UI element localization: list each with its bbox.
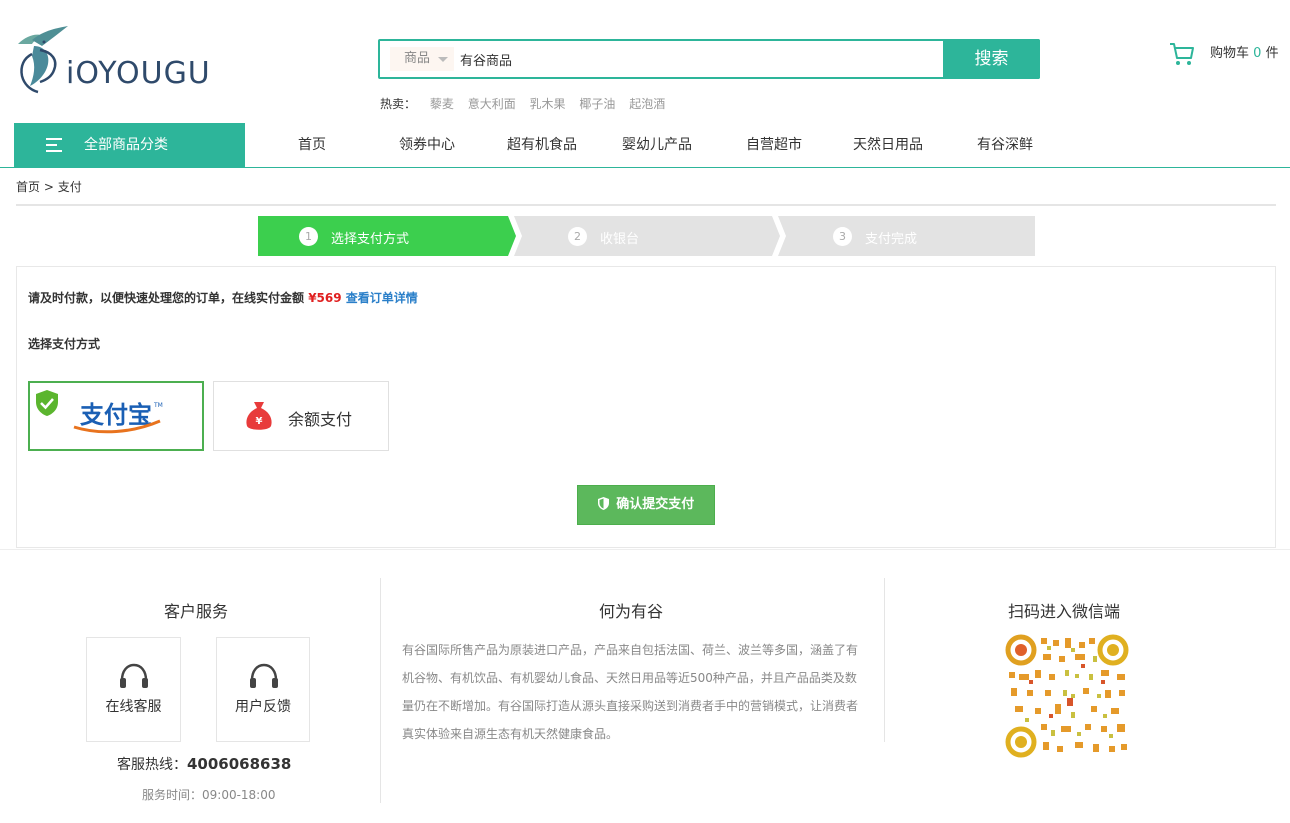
nav-item-fresh[interactable]: 有谷深鲜 bbox=[977, 123, 1033, 167]
divider bbox=[380, 578, 381, 803]
payment-amount: ¥569 bbox=[308, 291, 342, 305]
nav-item-organic[interactable]: 超有机食品 bbox=[507, 123, 577, 167]
confirm-label: 确认提交支付 bbox=[616, 497, 695, 512]
footer: 客户服务 在线客服 用户反馈 客服热线：4006068638 服务时间：09:0… bbox=[0, 549, 1290, 823]
nav-item-baby[interactable]: 婴幼儿产品 bbox=[622, 123, 692, 167]
nav-item-supermarket[interactable]: 自营超市 bbox=[746, 123, 802, 167]
method-title: 选择支付方式 bbox=[28, 337, 101, 351]
svg-text:¥: ¥ bbox=[256, 416, 263, 427]
svg-text:TM: TM bbox=[153, 402, 163, 409]
service-time: 服务时间：09:00-18:00 bbox=[142, 788, 276, 802]
search-input[interactable] bbox=[460, 48, 930, 70]
hot-keyword-link[interactable]: 起泡酒 bbox=[629, 97, 665, 111]
step-select-method: 1 选择支付方式 bbox=[258, 216, 508, 256]
hot-keyword-link[interactable]: 意大利面 bbox=[468, 97, 516, 111]
search-category-select[interactable]: 商品 bbox=[390, 47, 454, 71]
search-button[interactable]: 搜索 bbox=[943, 39, 1040, 79]
headset-icon bbox=[250, 663, 278, 688]
hot-keyword-link[interactable]: 乳木果 bbox=[530, 97, 566, 111]
hotline-number: 4006068638 bbox=[187, 755, 292, 773]
all-categories-label: 全部商品分类 bbox=[84, 137, 168, 153]
headset-icon bbox=[120, 663, 148, 688]
payment-steps: 1 选择支付方式 2 收银台 3 支付完成 bbox=[258, 216, 1035, 256]
qr-title: 扫码进入微信端 bbox=[1008, 602, 1121, 621]
online-service-label: 在线客服 bbox=[105, 699, 162, 715]
confirm-payment-button[interactable]: 确认提交支付 bbox=[577, 485, 715, 525]
nav-item-daily[interactable]: 天然日用品 bbox=[853, 123, 923, 167]
hot-label: 热卖： bbox=[380, 97, 417, 111]
wechat-qr-code-icon bbox=[1005, 634, 1131, 760]
breadcrumb-current: 支付 bbox=[57, 180, 82, 194]
balance-label: 余额支付 bbox=[288, 410, 353, 429]
nav-item-coupons[interactable]: 领券中心 bbox=[399, 123, 455, 167]
online-service-button[interactable]: 在线客服 bbox=[86, 637, 181, 742]
cart-unit: 件 bbox=[1265, 46, 1279, 61]
feedback-button[interactable]: 用户反馈 bbox=[216, 637, 310, 742]
search-bar: 商品 搜索 bbox=[378, 39, 1040, 79]
step-label: 选择支付方式 bbox=[331, 232, 410, 247]
feedback-label: 用户反馈 bbox=[235, 699, 291, 715]
step-label: 收银台 bbox=[600, 232, 640, 247]
hotline-label: 客服热线： bbox=[117, 757, 187, 773]
brand-logo[interactable]: iOYOUGU bbox=[14, 26, 234, 98]
chevron-down-icon bbox=[438, 57, 448, 62]
step-complete: 3 支付完成 bbox=[782, 216, 1035, 256]
hummingbird-logo-icon bbox=[18, 26, 68, 94]
balance-option[interactable]: ¥ 余额支付 bbox=[213, 381, 389, 451]
step-number: 1 bbox=[299, 227, 318, 246]
step-number: 3 bbox=[833, 227, 852, 246]
nav-item-home[interactable]: 首页 bbox=[298, 123, 326, 167]
shopping-cart-icon bbox=[1170, 43, 1194, 65]
shield-icon bbox=[597, 497, 609, 510]
breadcrumb: 首页 > 支付 bbox=[16, 178, 82, 195]
hot-keyword-link[interactable]: 椰子油 bbox=[579, 97, 615, 111]
service-hotline: 客服热线：4006068638 bbox=[117, 754, 291, 774]
breadcrumb-home[interactable]: 首页 bbox=[16, 180, 40, 194]
alipay-logo-icon: 支付宝 TM bbox=[73, 401, 163, 434]
logo-text: iOYOUGU bbox=[66, 56, 211, 91]
alipay-logo-text: 支付宝 bbox=[80, 401, 152, 429]
cart-count: 0 bbox=[1253, 46, 1262, 61]
breadcrumb-separator: > bbox=[43, 180, 54, 194]
money-bag-icon: ¥ bbox=[246, 402, 272, 430]
step-label: 支付完成 bbox=[865, 232, 918, 247]
divider bbox=[16, 204, 1276, 206]
about-title: 何为有谷 bbox=[599, 602, 664, 621]
divider bbox=[884, 578, 885, 742]
menu-icon bbox=[46, 138, 62, 152]
about-text: 有谷国际所售产品为原装进口产品，产品来自包括法国、荷兰、波兰等多国，涵盖了有机谷… bbox=[402, 643, 859, 741]
main-nav: 全部商品分类 首页 领券中心 超有机食品 婴幼儿产品 自营超市 天然日用品 有谷… bbox=[0, 123, 1290, 168]
step-number: 2 bbox=[568, 227, 587, 246]
hot-keyword-link[interactable]: 藜麦 bbox=[430, 97, 454, 111]
cart-label: 购物车 bbox=[1210, 46, 1250, 61]
step-cashier: 2 收银台 bbox=[518, 216, 778, 256]
search-category-label: 商品 bbox=[404, 51, 431, 66]
alipay-option[interactable]: 支付宝 TM bbox=[28, 381, 204, 451]
order-detail-link[interactable]: 查看订单详情 bbox=[346, 291, 418, 305]
check-shield-icon bbox=[36, 390, 58, 416]
service-title: 客户服务 bbox=[164, 602, 229, 621]
payment-panel: 请及时付款，以便快速处理您的订单，在线实付金额 ¥569 查看订单详情 选择支付… bbox=[16, 266, 1276, 548]
payment-notice: 请及时付款，以便快速处理您的订单，在线实付金额 ¥569 查看订单详情 bbox=[28, 289, 418, 306]
hot-keywords: 热卖： 藜麦 意大利面 乳木果 椰子油 起泡酒 bbox=[380, 95, 675, 112]
all-categories-button[interactable]: 全部商品分类 bbox=[14, 123, 245, 167]
notice-text: 请及时付款，以便快速处理您的订单，在线实付金额 bbox=[28, 291, 305, 305]
